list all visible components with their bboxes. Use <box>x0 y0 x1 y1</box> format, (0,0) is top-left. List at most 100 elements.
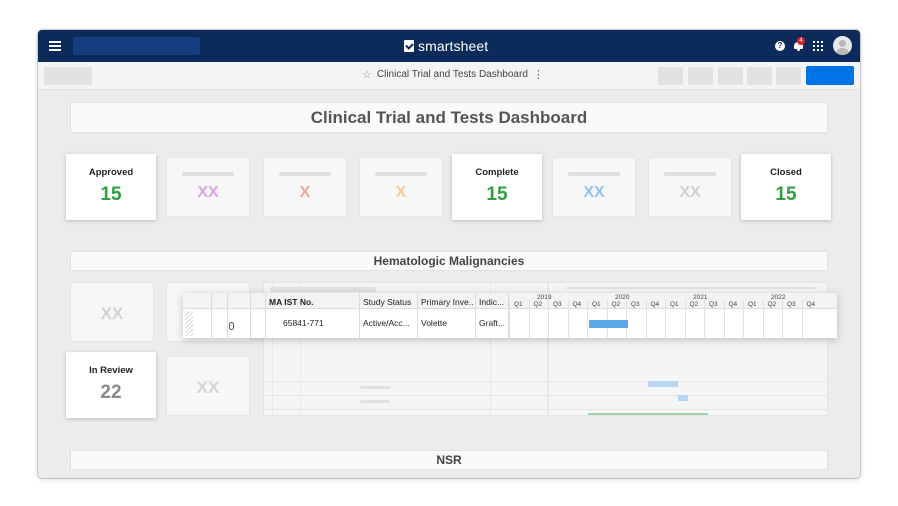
metric-label: Complete <box>475 167 519 178</box>
help-icon[interactable]: ? <box>775 41 785 51</box>
row-drag-handle[interactable] <box>185 311 193 336</box>
column-header-ma-ist[interactable]: MA IST No. <box>269 297 359 307</box>
metric-value: 15 <box>486 184 508 205</box>
gantt-quarter-label: Q4 <box>806 301 816 308</box>
attachment-icon[interactable] <box>229 322 234 330</box>
gantt-column-line <box>606 300 608 338</box>
heme-tile-placeholder[interactable]: XX <box>166 356 250 416</box>
page-title: Clinical Trial and Tests Dashboard <box>70 102 828 133</box>
gantt-quarter-label: Q2 <box>767 301 777 308</box>
avatar[interactable] <box>833 36 852 55</box>
column-header-indication[interactable]: Indic... <box>479 297 507 307</box>
toolbar-button-5[interactable] <box>776 67 801 85</box>
gantt-column-line <box>626 300 627 338</box>
gantt-column-line <box>684 300 686 338</box>
metric-value: XX <box>583 184 605 201</box>
smartsheet-logo-icon <box>404 40 414 52</box>
metric-card-closed[interactable]: Closed 15 <box>741 154 831 220</box>
gantt-quarter-label: Q2 <box>533 301 543 308</box>
metric-value: 22 <box>100 382 122 403</box>
label-placeholder-bar <box>664 172 716 176</box>
tile-value: XX <box>196 378 220 397</box>
more-options-icon[interactable]: ⋮ <box>533 68 544 81</box>
metric-card-placeholder[interactable]: X <box>263 157 347 217</box>
cell-study-status[interactable]: Active/Acc... <box>363 318 415 328</box>
gantt-quarter-label: Q1 <box>592 301 601 308</box>
metric-value: 15 <box>100 184 122 205</box>
tile-value: XX <box>100 304 124 323</box>
gantt-bar-bg <box>588 413 708 415</box>
cell-ma-ist-no[interactable]: 65841-771 <box>283 318 355 328</box>
section-header-hematologic: Hematologic Malignancies <box>70 251 828 271</box>
gantt-column-line <box>645 300 647 338</box>
gantt-quarter-label: Q3 <box>709 301 718 308</box>
star-icon[interactable]: ☆ <box>362 68 372 81</box>
metric-card-in-review[interactable]: In Review 22 <box>66 352 156 418</box>
label-placeholder-bar <box>375 172 427 176</box>
widget-title-placeholder <box>270 287 376 292</box>
brand-logo[interactable]: smartsheet <box>404 38 488 54</box>
gantt-quarter-label: Q3 <box>787 301 796 308</box>
metric-card-placeholder[interactable]: XX <box>552 157 636 217</box>
gantt-column-line <box>587 300 588 338</box>
dashboard-toolbar: ☆ Clinical Trial and Tests Dashboard ⋮ <box>38 62 860 90</box>
gantt-year-label: 2022 <box>771 294 786 301</box>
metric-card-placeholder[interactable]: X <box>359 157 443 217</box>
cell-indication[interactable]: Graft... <box>479 318 507 328</box>
metric-value: X <box>395 184 407 201</box>
toolbar-button-4[interactable] <box>747 67 772 85</box>
gantt-quarter-label: Q2 <box>611 301 621 308</box>
sheet-row-popout: MA IST No. Study Status Primary Inve... … <box>183 293 837 338</box>
column-header-primary-investigator[interactable]: Primary Inve... <box>421 297 473 307</box>
column-header-study-status[interactable]: Study Status <box>363 297 417 307</box>
brand-name: smartsheet <box>418 38 489 54</box>
metric-value: XX <box>679 184 701 201</box>
gantt-column-line <box>509 300 510 338</box>
heme-tile-placeholder[interactable]: XX <box>70 282 154 342</box>
top-nav-bar: smartsheet ? 4 <box>38 30 860 62</box>
cell-primary-investigator[interactable]: Volette <box>421 318 473 328</box>
gantt-quarter-label: Q4 <box>728 301 738 308</box>
apps-grid-icon[interactable] <box>813 41 823 51</box>
gantt-year-label: 2020 <box>615 294 630 301</box>
metric-value: 15 <box>775 184 797 205</box>
gantt-quarter-label: Q1 <box>514 301 523 308</box>
metric-card-placeholder[interactable]: XX <box>648 157 732 217</box>
metric-card-approved[interactable]: Approved 15 <box>66 154 156 220</box>
toolbar-button-1[interactable] <box>658 67 683 85</box>
gantt-quarter-label: Q3 <box>553 301 562 308</box>
metric-value: X <box>299 184 311 201</box>
gantt-bar[interactable] <box>589 320 628 328</box>
gantt-column-line <box>801 300 803 338</box>
toolbar-button-2[interactable] <box>688 67 713 85</box>
metric-label: Closed <box>770 167 802 178</box>
gantt-column-line <box>704 300 705 338</box>
metric-value: XX <box>197 184 219 201</box>
gantt-quarter-label: Q2 <box>689 301 699 308</box>
gantt-column-line <box>743 300 744 338</box>
toolbar-button-3[interactable] <box>718 67 743 85</box>
toolbar-title-group: ☆ Clinical Trial and Tests Dashboard ⋮ <box>362 68 544 81</box>
back-button[interactable] <box>44 67 92 85</box>
share-button[interactable] <box>806 66 854 85</box>
gantt-column-line <box>762 300 764 338</box>
gantt-quarter-label: Q4 <box>572 301 582 308</box>
label-placeholder-bar <box>568 172 620 176</box>
menu-icon[interactable] <box>49 41 61 51</box>
metric-card-complete[interactable]: Complete 15 <box>452 154 542 220</box>
app-window: smartsheet ? 4 ☆ Clinical Trial and Test… <box>38 30 860 478</box>
search-placeholder[interactable] <box>73 37 200 55</box>
gantt-year-label: 2019 <box>537 294 552 301</box>
dashboard-name: Clinical Trial and Tests Dashboard <box>376 69 528 80</box>
gantt-quarter-label: Q1 <box>670 301 679 308</box>
section-header-nsr: NSR <box>70 450 828 470</box>
gantt-bar-bg <box>648 381 678 387</box>
gantt-column-line <box>723 300 725 338</box>
gantt-year-label: 2021 <box>693 294 708 301</box>
metric-card-placeholder[interactable]: XX <box>166 157 250 217</box>
metric-label: Approved <box>88 167 134 178</box>
gantt-quarter-label: Q4 <box>650 301 660 308</box>
notification-badge: 4 <box>797 37 805 45</box>
metric-label: In Review <box>89 365 133 376</box>
gantt-column-line <box>665 300 666 338</box>
